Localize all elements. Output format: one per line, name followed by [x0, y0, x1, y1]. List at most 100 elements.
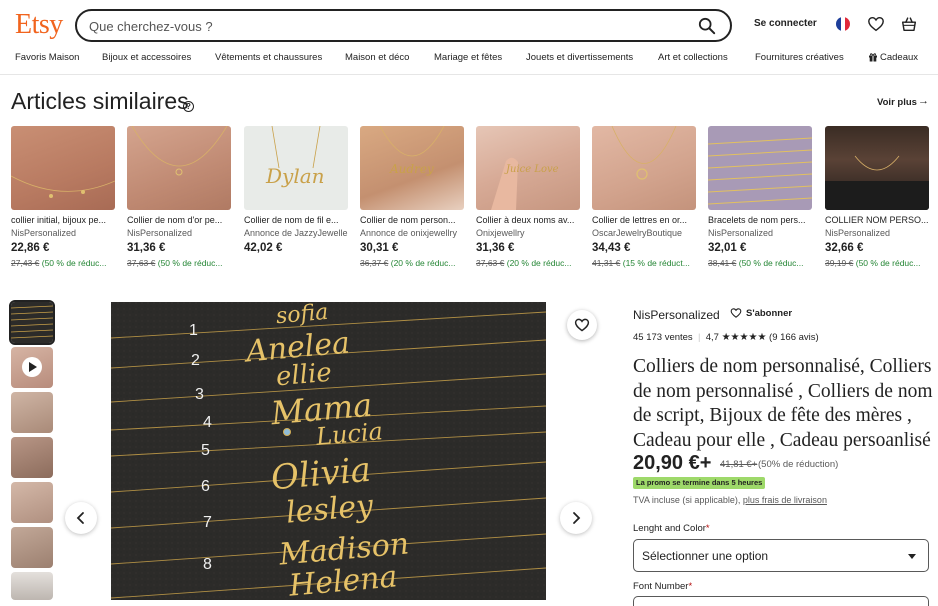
card-discount-pct: (50 % de réduc...: [738, 258, 804, 268]
product-image[interactable]: [127, 126, 231, 210]
search-input[interactable]: [89, 17, 669, 35]
thumbnail-image[interactable]: [11, 482, 53, 523]
flag-fr-icon[interactable]: [836, 17, 850, 31]
heart-outline-icon[interactable]: [730, 307, 742, 319]
signin-link[interactable]: Se connecter: [754, 18, 817, 29]
card-price: 30,31 €: [360, 242, 399, 254]
category-fournitures[interactable]: Fournitures créatives: [755, 52, 844, 63]
category-art[interactable]: Art et collections: [658, 52, 728, 63]
discount-label: (50% de réduction): [758, 459, 839, 470]
card-title[interactable]: collier initial, bijoux pe...: [11, 215, 115, 225]
category-bijoux[interactable]: Bijoux et accessoires: [102, 52, 191, 63]
similar-card[interactable]: Bracelets de nom pers... NisPersonalized…: [708, 126, 812, 268]
card-old-price: 38,41 €: [708, 258, 737, 268]
etsy-logo[interactable]: Etsy: [15, 9, 63, 41]
card-discount-pct: (50 % de réduc...: [41, 258, 107, 268]
card-title[interactable]: Collier de nom de fil e...: [244, 215, 348, 225]
product-image[interactable]: [11, 126, 115, 210]
similar-card[interactable]: Audrey Collier de nom person... Annonce …: [360, 126, 464, 268]
card-discount: 27,43 € (50 % de réduc...: [11, 258, 119, 268]
category-favoris-maison[interactable]: Favoris Maison: [15, 52, 79, 63]
tax-text: TVA incluse (si applicable),: [633, 495, 741, 505]
thumbnail-selected[interactable]: [9, 300, 55, 345]
shop-name[interactable]: NisPersonalized: [633, 308, 720, 322]
card-title[interactable]: COLLIER NOM PERSO...: [825, 215, 929, 225]
card-discount-pct: (50 % de réduc...: [157, 258, 223, 268]
product-image[interactable]: [592, 126, 696, 210]
card-old-price: 37,63 €: [476, 258, 505, 268]
product-price: 20,90 €+: [633, 452, 712, 474]
card-shop: NisPersonalized: [127, 228, 193, 238]
option2-label: Font Number*: [633, 581, 692, 592]
option1-label: Lenght and Color*: [633, 523, 710, 534]
card-shop: NisPersonalized: [825, 228, 891, 238]
thumbnail-image[interactable]: [11, 572, 53, 600]
gift-icon: [869, 53, 877, 62]
card-title[interactable]: Collier de nom d'or pe...: [127, 215, 231, 225]
card-title[interactable]: Collier de lettres en or...: [592, 215, 696, 225]
card-title[interactable]: Collier à deux noms av...: [476, 215, 580, 225]
product-image[interactable]: Audrey: [360, 126, 464, 210]
review-count[interactable]: (9 166 avis): [769, 332, 819, 343]
arrow-right-icon[interactable]: →: [918, 95, 929, 107]
category-jouets[interactable]: Jouets et divertissements: [526, 52, 633, 63]
card-discount: 36,37 € (20 % de réduc...: [360, 258, 468, 268]
card-title[interactable]: Collier de nom person...: [360, 215, 464, 225]
card-old-price: 37,63 €: [127, 258, 156, 268]
follow-button[interactable]: S'abonner: [746, 308, 792, 319]
similar-card[interactable]: COLLIER NOM PERSO... NisPersonalized 32,…: [825, 126, 929, 268]
category-mariage[interactable]: Mariage et fêtes: [434, 52, 502, 63]
product-image[interactable]: Dylan: [244, 126, 348, 210]
shop-stats: 45 173 ventes | 4,7 ★★★★★ (9 166 avis): [633, 332, 819, 343]
name-script: Lucia: [314, 417, 384, 451]
option1-select[interactable]: Sélectionner une option: [633, 539, 929, 572]
product-image[interactable]: [708, 126, 812, 210]
category-cadeaux-label: Cadeaux: [880, 52, 919, 63]
search-bar[interactable]: [75, 9, 732, 42]
option2-select[interactable]: [633, 596, 929, 606]
name-number: 8: [203, 556, 212, 573]
thumbnail-image[interactable]: [11, 392, 53, 433]
gem-charm: [283, 428, 291, 436]
similar-title: Articles similaires: [11, 88, 189, 114]
similar-card[interactable]: Dylan Collier de nom de fil e... Annonce…: [244, 126, 348, 254]
next-image-button[interactable]: [560, 502, 592, 534]
heart-icon[interactable]: [867, 15, 885, 33]
favorite-button[interactable]: [567, 310, 597, 340]
card-price: 22,86 €: [11, 242, 50, 254]
chevron-left-icon: [76, 512, 84, 524]
category-vetements[interactable]: Vêtements et chaussures: [215, 52, 322, 63]
shipping-link[interactable]: plus frais de livraison: [743, 495, 827, 505]
caret-down-icon: [908, 554, 916, 559]
name-number: 7: [203, 514, 212, 531]
card-shop: OscarJewelryBoutique: [592, 228, 683, 238]
name-number: 1: [189, 322, 198, 339]
similar-card[interactable]: Collier de nom d'or pe... NisPersonalize…: [127, 126, 231, 268]
thumbnail-image[interactable]: [11, 527, 53, 568]
product-image[interactable]: Juice Love: [476, 126, 580, 210]
card-discount: 39,19 € (50 % de réduc...: [825, 258, 933, 268]
card-title[interactable]: Bracelets de nom pers...: [708, 215, 812, 225]
basket-icon[interactable]: [900, 15, 918, 33]
card-price: 32,01 €: [708, 242, 747, 254]
search-icon[interactable]: [698, 17, 716, 35]
category-cadeaux[interactable]: Cadeaux: [868, 52, 918, 63]
required-mark: *: [688, 581, 693, 592]
category-maison-deco[interactable]: Maison et déco: [345, 52, 409, 63]
similar-card[interactable]: Collier de lettres en or... OscarJewelry…: [592, 126, 696, 268]
card-shop: Annonce de onixjewellry: [360, 228, 458, 238]
rating-value: 4,7: [705, 332, 719, 343]
card-price: 31,36 €: [476, 242, 515, 254]
thumbnail-video[interactable]: [11, 347, 53, 388]
card-old-price: 36,37 €: [360, 258, 389, 268]
see-more-link[interactable]: Voir plus: [877, 97, 917, 108]
category-nav: Favoris Maison Bijoux et accessoires Vêt…: [0, 52, 938, 66]
name-script: sofia: [275, 302, 330, 330]
prev-image-button[interactable]: [65, 502, 97, 534]
thumbnail-image[interactable]: [11, 437, 53, 478]
main-product-image[interactable]: 1 sofia 2 Anelea 3 ellie Mama 4 5 Lucia 6 Olivia 7 le…: [111, 302, 546, 600]
similar-card[interactable]: Juice Love Collier à deux noms av... Oni…: [476, 126, 580, 268]
product-image[interactable]: [825, 126, 929, 210]
help-icon[interactable]: ?: [183, 101, 194, 112]
similar-card[interactable]: collier initial, bijoux pe... NisPersona…: [11, 126, 115, 268]
